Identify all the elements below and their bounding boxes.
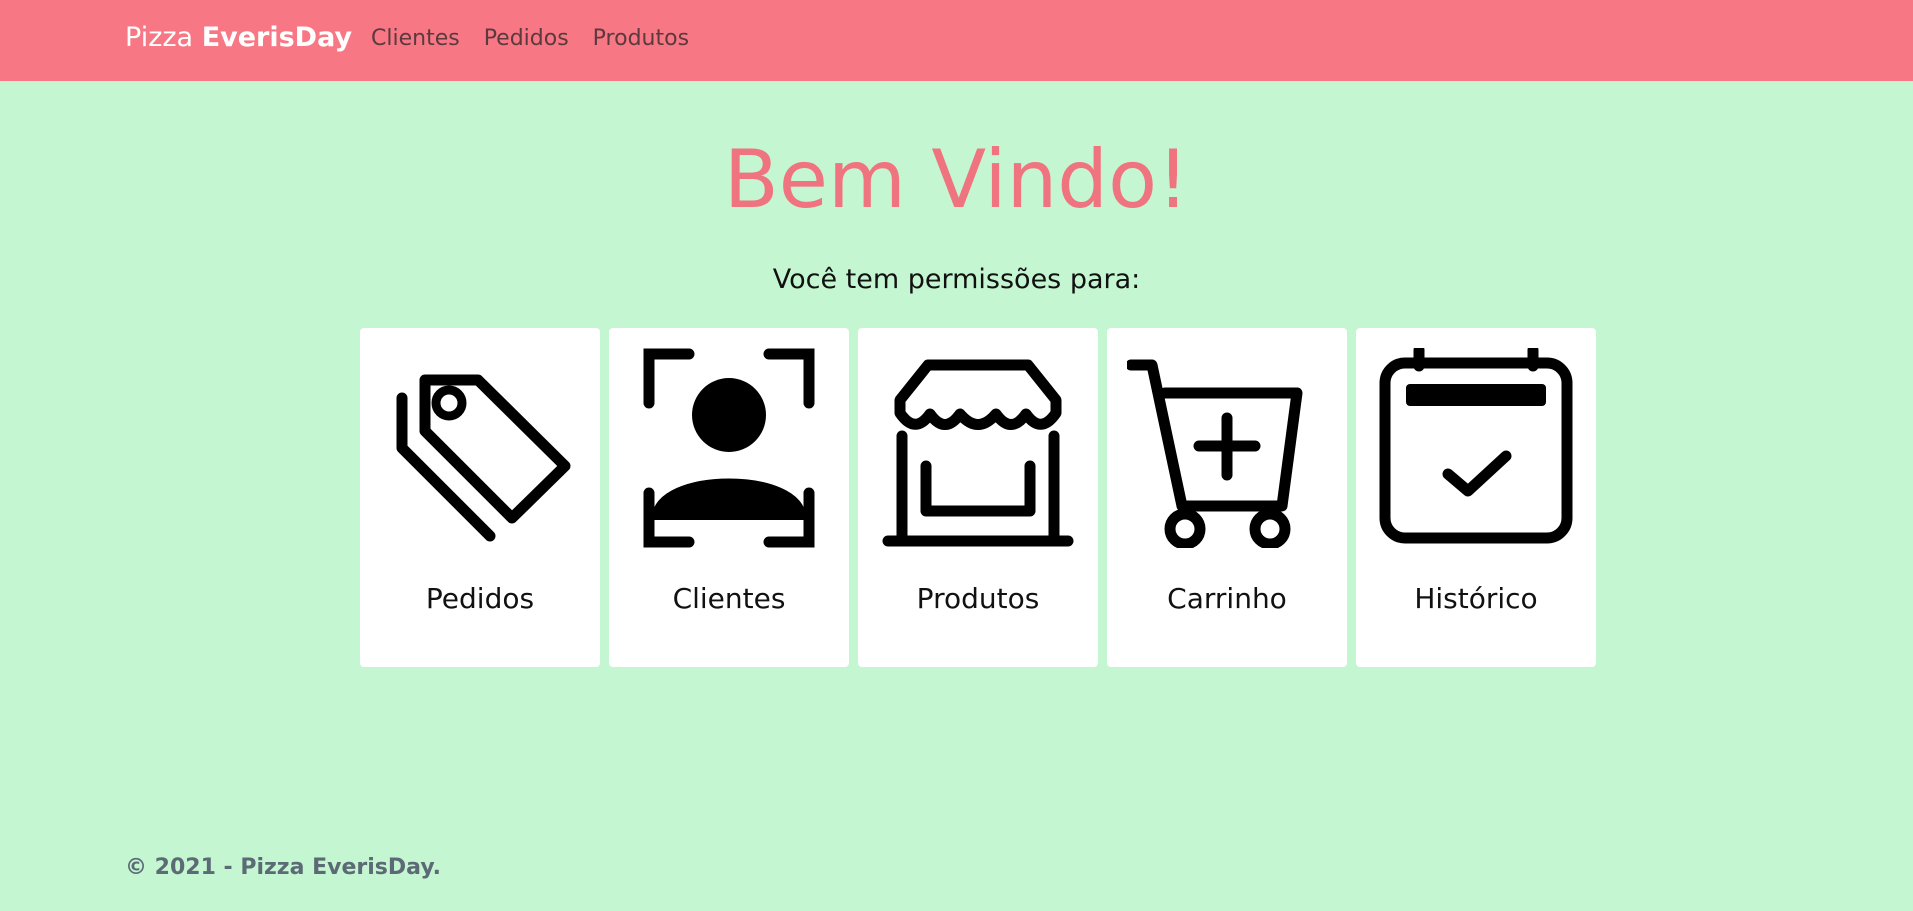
card-clientes[interactable]: Clientes [609, 328, 849, 667]
permission-cards: Pedidos Clientes Produtos Carrinho Histó… [360, 328, 1596, 667]
card-label: Carrinho [1167, 582, 1287, 615]
nav-links: Clientes Pedidos Produtos [371, 26, 713, 51]
nav-link-produtos[interactable]: Produtos [593, 26, 689, 51]
brand-prefix: Pizza [125, 22, 194, 53]
card-pedidos[interactable]: Pedidos [360, 328, 600, 667]
tags-icon [380, 348, 580, 548]
navbar: Pizza EverisDay Clientes Pedidos Produto… [0, 0, 1913, 81]
card-produtos[interactable]: Produtos [858, 328, 1098, 667]
card-label: Clientes [672, 582, 786, 615]
person-bounding-box-icon [629, 348, 829, 548]
card-historico[interactable]: Histórico [1356, 328, 1596, 667]
shop-icon [878, 348, 1078, 548]
footer: © 2021 - Pizza EverisDay. [125, 855, 441, 880]
cart-plus-icon [1127, 348, 1327, 548]
nav-link-pedidos[interactable]: Pedidos [484, 26, 569, 51]
page-title: Bem Vindo! [723, 133, 1190, 226]
card-carrinho[interactable]: Carrinho [1107, 328, 1347, 667]
nav-link-clientes[interactable]: Clientes [371, 26, 460, 51]
brand-link[interactable]: Pizza EverisDay [125, 22, 352, 53]
brand-name: EverisDay [201, 22, 353, 53]
permissions-subtitle: Você tem permissões para: [772, 264, 1141, 295]
card-label: Produtos [916, 582, 1040, 615]
card-label: Histórico [1414, 582, 1538, 615]
card-label: Pedidos [425, 582, 535, 615]
calendar-check-icon [1376, 348, 1576, 548]
footer-copyright: © 2021 - Pizza EverisDay. [125, 855, 442, 880]
